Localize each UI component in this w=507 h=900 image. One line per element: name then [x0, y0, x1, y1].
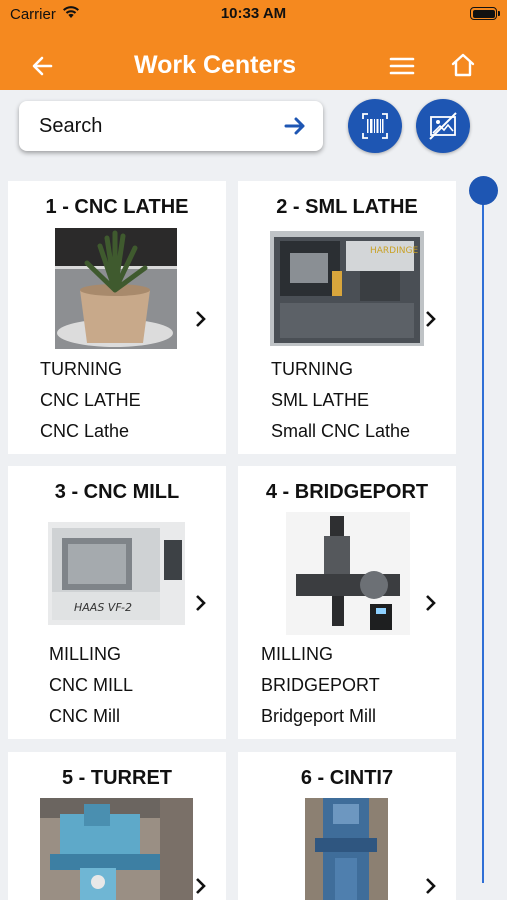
scroll-slider-track[interactable]: [482, 190, 484, 883]
card-description: Bridgeport Mill: [261, 706, 377, 726]
haas-mill-thumbnail: HAAS VF-2: [48, 522, 185, 625]
chevron-right-icon[interactable]: [192, 876, 208, 896]
card-title: 4 - BRIDGEPORT: [265, 481, 429, 503]
card-operation: MILLING: [49, 644, 122, 664]
work-center-card[interactable]: 2 - SML LATHE HARDINGE TURNING SML LATHE…: [238, 181, 456, 454]
card-description: CNC Mill: [49, 706, 120, 726]
work-center-grid: 1 - CNC LATHE TURNING CNC LATHE CNC Lath…: [0, 0, 507, 900]
work-center-card[interactable]: 4 - BRIDGEPORT MILLING BRIDGEPORT Bridge…: [238, 466, 456, 739]
card-description: CNC Lathe: [40, 421, 130, 441]
card-description: Small CNC Lathe: [271, 421, 411, 441]
card-title: 5 - TURRET: [62, 767, 172, 789]
card-title: 1 - CNC LATHE: [45, 196, 189, 218]
card-title: 6 - CINTI7: [300, 767, 394, 789]
card-operation: MILLING: [261, 644, 334, 664]
cinti7-thumbnail: [305, 798, 388, 900]
card-operation: TURNING: [40, 359, 122, 379]
scroll-slider-knob[interactable]: [469, 176, 498, 205]
small-lathe-thumbnail: HARDINGE: [270, 231, 424, 346]
chevron-right-icon[interactable]: [192, 593, 208, 613]
potted-plant-thumbnail: [55, 228, 177, 349]
chevron-right-icon[interactable]: [192, 309, 208, 329]
work-center-card[interactable]: 1 - CNC LATHE TURNING CNC LATHE CNC Lath…: [8, 181, 226, 454]
card-title: 2 - SML LATHE: [276, 196, 418, 218]
work-center-card[interactable]: 5 - TURRET: [8, 752, 226, 900]
chevron-right-icon[interactable]: [422, 876, 438, 896]
card-machine-type: CNC LATHE: [40, 390, 141, 410]
work-center-card[interactable]: 6 - CINTI7: [238, 752, 456, 900]
chevron-right-icon[interactable]: [422, 593, 438, 613]
card-machine-type: SML LATHE: [271, 390, 370, 410]
bridgeport-thumbnail: [286, 512, 410, 635]
card-machine-type: BRIDGEPORT: [261, 675, 380, 695]
svg-text:HARDINGE: HARDINGE: [370, 246, 418, 256]
chevron-right-icon[interactable]: [422, 309, 438, 329]
work-center-card[interactable]: 3 - CNC MILL HAAS VF-2 MILLING CNC MILL …: [8, 466, 226, 739]
card-machine-type: CNC MILL: [49, 675, 134, 695]
card-operation: TURNING: [271, 359, 353, 379]
turret-mill-thumbnail: [40, 798, 193, 900]
card-title: 3 - CNC MILL: [54, 481, 180, 503]
thumbnail-caption: HAAS VF-2: [74, 601, 132, 614]
